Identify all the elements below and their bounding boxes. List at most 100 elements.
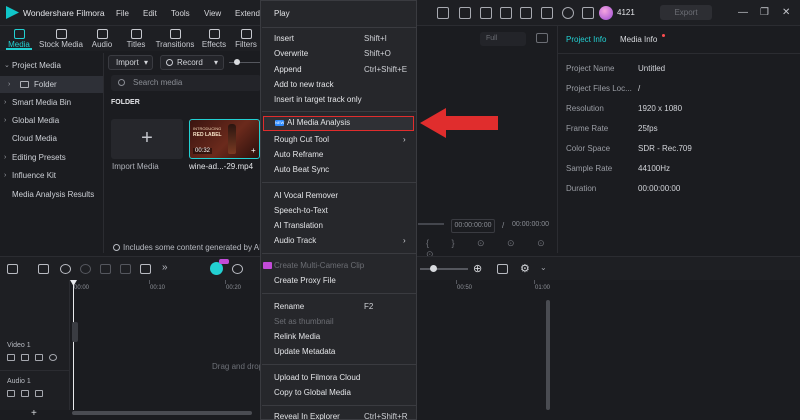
menu-edit[interactable]: Edit	[143, 9, 157, 18]
playhead[interactable]	[73, 280, 74, 410]
headset-icon[interactable]	[562, 7, 574, 19]
tab-media-info[interactable]: Media Info	[620, 35, 657, 44]
lock-icon[interactable]	[35, 354, 43, 361]
menu-item-rough-cut-tool[interactable]: Rough Cut Tool ›	[261, 132, 416, 147]
menu-item-create-proxy-file[interactable]: Create Proxy File	[261, 273, 416, 288]
menu-item-audio-track[interactable]: Audio Track ›	[261, 233, 416, 248]
tab-effects[interactable]: Effects	[199, 26, 229, 51]
timeline-collapse-handle[interactable]	[72, 322, 78, 342]
menu-item-rename[interactable]: Rename F2	[261, 299, 416, 314]
zoom-in-icon[interactable]: ⊕	[473, 262, 482, 275]
menu-file[interactable]: File	[116, 9, 129, 18]
select-tool-icon[interactable]	[38, 264, 49, 274]
sidebar-item-smart-media-bin[interactable]: › Smart Media Bin	[0, 94, 103, 111]
credits-count: 4121	[617, 8, 635, 17]
zoom-slider-knob[interactable]	[430, 265, 437, 272]
undo-icon[interactable]	[60, 264, 71, 274]
sidebar-item-cloud-media[interactable]: Cloud Media	[0, 130, 103, 147]
menu-separator	[262, 405, 416, 406]
zoom-slider[interactable]	[420, 268, 468, 270]
record-dropdown[interactable]: Record ▾	[160, 55, 224, 70]
tab-audio[interactable]: Audio	[88, 26, 116, 51]
layout-icon[interactable]	[500, 7, 512, 19]
upload-icon[interactable]	[541, 7, 553, 19]
annotation-arrow-icon	[420, 108, 498, 138]
menu-item-reveal-in-explorer[interactable]: Reveal In Explorer Ctrl+Shift+R	[261, 409, 416, 420]
layout-grid-icon[interactable]	[7, 264, 18, 274]
search-input[interactable]: Search media	[111, 75, 261, 91]
menu-item-overwrite[interactable]: Overwrite Shift+O	[261, 46, 416, 61]
menu-item-relink-media[interactable]: Relink Media	[261, 329, 416, 344]
grid-icon[interactable]	[480, 7, 492, 19]
sidebar-item-media-analysis-results[interactable]: Media Analysis Results	[0, 186, 103, 203]
redo-icon[interactable]	[80, 264, 91, 274]
audio-track-icon[interactable]	[7, 390, 15, 397]
export-button[interactable]: Export	[660, 5, 712, 20]
add-track-button[interactable]: +	[31, 408, 37, 419]
menu-item-append[interactable]: Append Ctrl+Shift+E	[261, 62, 416, 77]
import-dropdown[interactable]: Import ▾	[108, 55, 153, 70]
timeline-horizontal-scrollbar[interactable]	[72, 411, 252, 415]
add-to-timeline-icon[interactable]: +	[251, 146, 256, 155]
monitor-icon[interactable]	[437, 7, 449, 19]
image-icon[interactable]	[459, 7, 471, 19]
chevron-down-icon: ▾	[214, 58, 219, 67]
close-icon[interactable]: ✕	[782, 7, 790, 18]
minimize-icon[interactable]: —	[738, 7, 748, 18]
search-icon	[118, 79, 125, 86]
sidebar-item-influence-kit[interactable]: › Influence Kit	[0, 167, 103, 184]
gift-icon[interactable]	[582, 7, 594, 19]
grid-view-icon[interactable]	[497, 264, 508, 274]
menu-item-set-as-thumbnail[interactable]: Set as thumbnail	[261, 314, 416, 329]
tab-stock-media[interactable]: Stock Media	[38, 26, 84, 51]
tab-project-info[interactable]: Project Info	[566, 35, 606, 44]
menu-item-add-to-new-track[interactable]: Add to new track	[261, 77, 416, 92]
sidebar-item-folder[interactable]: › Folder	[0, 76, 103, 93]
shield-icon[interactable]	[232, 264, 243, 274]
menu-tools[interactable]: Tools	[171, 9, 190, 18]
menu-item-auto-beat-sync[interactable]: Auto Beat Sync	[261, 162, 416, 177]
multicam-badge-icon	[263, 262, 272, 269]
eye-icon[interactable]	[49, 354, 57, 361]
divider	[558, 53, 800, 54]
settings-gear-icon[interactable]: ⚙	[520, 262, 530, 275]
menu-item-update-metadata[interactable]: Update Metadata	[261, 344, 416, 359]
snapshot-icon[interactable]	[536, 33, 548, 43]
chevron-down-icon[interactable]: ⌄	[540, 263, 547, 272]
menu-item-insert-target-track[interactable]: Insert in target track only	[261, 92, 416, 107]
menu-item-auto-reframe[interactable]: Auto Reframe	[261, 147, 416, 162]
video-track-icon[interactable]	[7, 354, 15, 361]
tab-titles[interactable]: Titles	[122, 26, 150, 51]
menu-item-copy-to-global-media[interactable]: Copy to Global Media	[261, 385, 416, 400]
playback-progress[interactable]	[418, 223, 444, 225]
sidebar-item-global-media[interactable]: › Global Media	[0, 112, 103, 129]
menu-item-upload-to-cloud[interactable]: Upload to Filmora Cloud	[261, 370, 416, 385]
menu-item-ai-vocal-remover[interactable]: AI Vocal Remover	[261, 188, 416, 203]
save-icon[interactable]	[520, 7, 532, 19]
more-tools-icon[interactable]: »	[162, 262, 168, 273]
menu-item-ai-media-analysis[interactable]: NEW AI Media Analysis	[263, 116, 414, 131]
timeline-vertical-scrollbar[interactable]	[546, 300, 550, 410]
text-tool-icon[interactable]	[140, 264, 151, 274]
thumb-size-knob[interactable]	[234, 59, 240, 65]
avatar[interactable]	[599, 6, 613, 20]
speaker-icon[interactable]	[21, 354, 29, 361]
sidebar-item-project-media[interactable]: ⌄ Project Media	[0, 57, 103, 74]
menu-item-speech-to-text[interactable]: Speech-to-Text	[261, 203, 416, 218]
restore-icon[interactable]: ❐	[760, 7, 769, 18]
tab-transitions[interactable]: Transitions	[154, 26, 196, 51]
menu-item-play[interactable]: Play	[261, 6, 416, 21]
menu-item-create-multicam-clip[interactable]: Create Multi-Camera Clip	[261, 258, 416, 273]
quality-dropdown[interactable]: Full	[480, 32, 526, 46]
media-thumbnail[interactable]: INTRODUCING RED LABEL 00:32 +	[189, 119, 260, 159]
delete-icon[interactable]	[100, 264, 111, 274]
menu-view[interactable]: View	[204, 9, 221, 18]
tab-filters[interactable]: Filters	[232, 26, 260, 51]
sidebar-item-editing-presets[interactable]: › Editing Presets	[0, 149, 103, 166]
scissors-icon[interactable]	[120, 264, 131, 274]
lock-icon[interactable]	[35, 390, 43, 397]
menu-item-insert[interactable]: Insert Shift+I	[261, 31, 416, 46]
speaker-icon[interactable]	[21, 390, 29, 397]
menu-item-ai-translation[interactable]: AI Translation	[261, 218, 416, 233]
import-media-tile[interactable]: +	[111, 119, 183, 159]
